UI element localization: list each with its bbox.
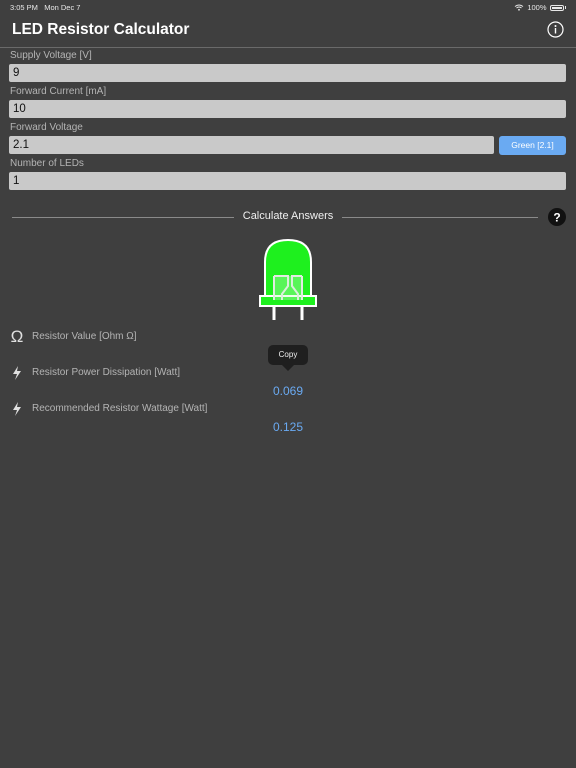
power-dissipation-label: Resistor Power Dissipation [Watt]	[32, 367, 181, 378]
copy-tooltip[interactable]: Copy	[268, 345, 308, 365]
divider-left	[12, 217, 234, 218]
info-icon[interactable]	[547, 21, 564, 38]
wifi-icon	[515, 4, 524, 11]
help-icon[interactable]: ?	[548, 208, 566, 226]
power-dissipation-value[interactable]: 0.069	[238, 384, 338, 398]
lightning-icon	[13, 402, 21, 416]
recommended-wattage-value[interactable]: 0.125	[238, 420, 338, 434]
supply-voltage-input[interactable]: 9	[9, 64, 566, 82]
omega-icon: Ω	[10, 327, 24, 346]
led-color-preset-button[interactable]: Green [2.1]	[499, 136, 566, 155]
forward-voltage-label: Forward Voltage	[10, 122, 83, 133]
supply-voltage-label: Supply Voltage [V]	[10, 50, 92, 61]
battery-icon	[549, 4, 564, 11]
num-leds-input[interactable]: 1	[9, 172, 566, 190]
led-icon	[259, 238, 317, 320]
battery-percent: 100%	[527, 3, 547, 12]
forward-current-label: Forward Current [mA]	[10, 86, 107, 97]
status-bar: 3:05 PM Mon Dec 7 100%	[0, 0, 576, 14]
status-date: Mon Dec 7	[44, 3, 81, 12]
status-time: 3:05 PM Mon Dec 7	[10, 3, 81, 12]
resistor-value-label: Resistor Value [Ohm Ω]	[32, 331, 137, 342]
recommended-wattage-label: Recommended Resistor Wattage [Watt]	[32, 403, 208, 414]
lightning-icon	[13, 366, 21, 380]
forward-voltage-input[interactable]: 2.1	[9, 136, 494, 154]
forward-current-input[interactable]: 10	[9, 100, 566, 118]
num-leds-label: Number of LEDs	[10, 158, 84, 169]
svg-text:?: ?	[553, 211, 560, 225]
divider-right	[342, 217, 538, 218]
tooltip-arrow	[282, 365, 294, 371]
calculate-answers-button[interactable]: Calculate Answers	[236, 210, 340, 222]
page-title: LED Resistor Calculator	[12, 21, 190, 38]
navigation-bar: LED Resistor Calculator	[0, 14, 576, 48]
